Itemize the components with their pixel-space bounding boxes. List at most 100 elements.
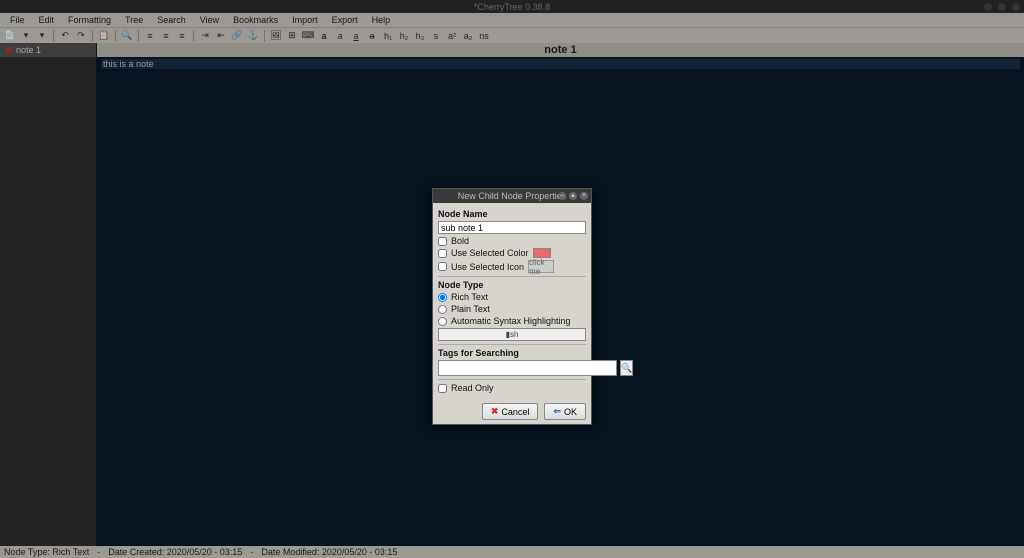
tags-search-button[interactable]: 🔍	[620, 360, 633, 376]
tb-sep	[92, 30, 93, 42]
divider	[438, 276, 586, 277]
menu-bookmarks[interactable]: Bookmarks	[227, 15, 284, 25]
tb-monospace-icon[interactable]: ns	[478, 30, 490, 42]
statusbar: Node Type: Rich Text - Date Created: 202…	[0, 546, 1024, 558]
tb-list-bullet-icon[interactable]: ≡	[144, 30, 156, 42]
tb-new-icon[interactable]: 📄	[4, 30, 16, 42]
tree-sidebar[interactable]: note 1	[0, 43, 97, 546]
cancel-button[interactable]: ✖ Cancel	[482, 403, 539, 420]
use-icon-label: Use Selected Icon	[451, 262, 524, 272]
tb-underline-icon[interactable]: a	[350, 30, 362, 42]
window-titlebar: *CherryTree 0.38.8	[0, 0, 1024, 13]
tags-input[interactable]	[438, 360, 617, 376]
node-type-label: Node Type	[438, 280, 586, 290]
use-icon-checkbox[interactable]	[438, 262, 447, 271]
search-icon: 🔍	[621, 363, 632, 374]
rich-text-radio[interactable]	[438, 293, 447, 302]
tb-redo-icon[interactable]: ↷	[75, 30, 87, 42]
tb-list-todo-icon[interactable]: ≡	[176, 30, 188, 42]
tags-label: Tags for Searching	[438, 348, 586, 358]
tb-list-number-icon[interactable]: ≡	[160, 30, 172, 42]
menu-import[interactable]: Import	[286, 15, 324, 25]
close-icon[interactable]	[1012, 3, 1020, 11]
divider	[438, 344, 586, 345]
menu-view[interactable]: View	[194, 15, 225, 25]
tree-node[interactable]: note 1	[0, 43, 96, 57]
tb-find-icon[interactable]: 🔍	[121, 30, 133, 42]
divider	[438, 379, 586, 380]
cancel-icon: ✖	[491, 406, 499, 417]
tb-sep	[115, 30, 116, 42]
tb-h1-icon[interactable]: h₁	[382, 30, 394, 42]
status-created: Date Created: 2020/05/20 - 03:15	[108, 547, 242, 557]
tb-table-icon[interactable]: ⊞	[286, 30, 298, 42]
use-color-label: Use Selected Color	[451, 248, 529, 258]
toolbar: 📄 ▾ ▾ ↶ ↷ 📋 🔍 ≡ ≡ ≡ ⇥ ⇤ 🔗 ⚓ 🖼 ⊞ ⌨ a a a …	[0, 27, 1024, 43]
window-controls	[984, 3, 1020, 11]
readonly-checkbox[interactable]	[438, 384, 447, 393]
tb-sep	[138, 30, 139, 42]
menu-file[interactable]: File	[4, 15, 31, 25]
plain-text-label: Plain Text	[451, 304, 490, 314]
ok-label: OK	[564, 407, 577, 417]
minimize-icon[interactable]	[984, 3, 992, 11]
tb-codebox-icon[interactable]: ⌨	[302, 30, 314, 42]
status-nodetype: Node Type: Rich Text	[4, 547, 89, 557]
tb-sep	[53, 30, 54, 42]
readonly-label: Read Only	[451, 383, 494, 393]
ok-button[interactable]: ⇐ OK	[544, 403, 586, 420]
dialog-min-icon[interactable]: –	[558, 192, 566, 200]
dialog-max-icon[interactable]: ▴	[569, 192, 577, 200]
rich-text-label: Rich Text	[451, 292, 488, 302]
tb-open-icon[interactable]: ▾	[20, 30, 32, 42]
node-name-label: Node Name	[438, 209, 586, 219]
status-modified: Date Modified: 2020/05/20 - 03:15	[261, 547, 397, 557]
window-title: *CherryTree 0.38.8	[474, 2, 550, 12]
tb-outdent-icon[interactable]: ⇤	[215, 30, 227, 42]
node-name-input[interactable]	[438, 221, 586, 234]
menu-search[interactable]: Search	[151, 15, 192, 25]
tb-h2-icon[interactable]: h₂	[398, 30, 410, 42]
color-swatch[interactable]	[533, 248, 551, 258]
menu-edit[interactable]: Edit	[33, 15, 61, 25]
tb-link-icon[interactable]: 🔗	[231, 30, 243, 42]
tb-sep	[264, 30, 265, 42]
tb-indent-icon[interactable]: ⇥	[199, 30, 211, 42]
plain-text-radio[interactable]	[438, 305, 447, 314]
pick-icon-button[interactable]: click me	[528, 260, 554, 273]
menubar: File Edit Formatting Tree Search View Bo…	[0, 13, 1024, 27]
editor-title: note 1	[97, 43, 1024, 57]
bold-checkbox[interactable]	[438, 237, 447, 246]
tb-small-icon[interactable]: s	[430, 30, 442, 42]
tb-sup-icon[interactable]: a²	[446, 30, 458, 42]
menu-tree[interactable]: Tree	[119, 15, 149, 25]
tb-undo-icon[interactable]: ↶	[59, 30, 71, 42]
tb-save-icon[interactable]: ▾	[36, 30, 48, 42]
use-color-checkbox[interactable]	[438, 249, 447, 258]
tb-strike-icon[interactable]: a	[366, 30, 378, 42]
language-select[interactable]: ▮ sh	[438, 328, 586, 341]
ok-icon: ⇐	[553, 406, 561, 417]
menu-formatting[interactable]: Formatting	[62, 15, 117, 25]
bold-label: Bold	[451, 236, 469, 246]
auto-syntax-label: Automatic Syntax Highlighting	[451, 316, 571, 326]
tb-anchor-icon[interactable]: ⚓	[247, 30, 259, 42]
cherry-icon	[6, 47, 12, 53]
editor-text: this is a note	[101, 59, 1020, 69]
dialog-titlebar[interactable]: New Child Node Properties – ▴ ×	[433, 189, 591, 203]
tb-bold-icon[interactable]: a	[318, 30, 330, 42]
tb-italic-icon[interactable]: a	[334, 30, 346, 42]
dialog-body: Node Name Bold Use Selected Color Use Se…	[433, 203, 591, 399]
maximize-icon[interactable]	[998, 3, 1006, 11]
tb-paste-icon[interactable]: 📋	[98, 30, 110, 42]
menu-export[interactable]: Export	[326, 15, 364, 25]
dialog-close-icon[interactable]: ×	[580, 192, 588, 200]
auto-syntax-radio[interactable]	[438, 317, 447, 326]
new-child-node-dialog: New Child Node Properties – ▴ × Node Nam…	[432, 188, 592, 425]
tb-image-icon[interactable]: 🖼	[270, 30, 282, 42]
dialog-buttons: ✖ Cancel ⇐ OK	[433, 399, 591, 424]
tb-h3-icon[interactable]: h₃	[414, 30, 426, 42]
menu-help[interactable]: Help	[366, 15, 397, 25]
tb-sub-icon[interactable]: a₂	[462, 30, 474, 42]
language-value: sh	[510, 330, 518, 339]
